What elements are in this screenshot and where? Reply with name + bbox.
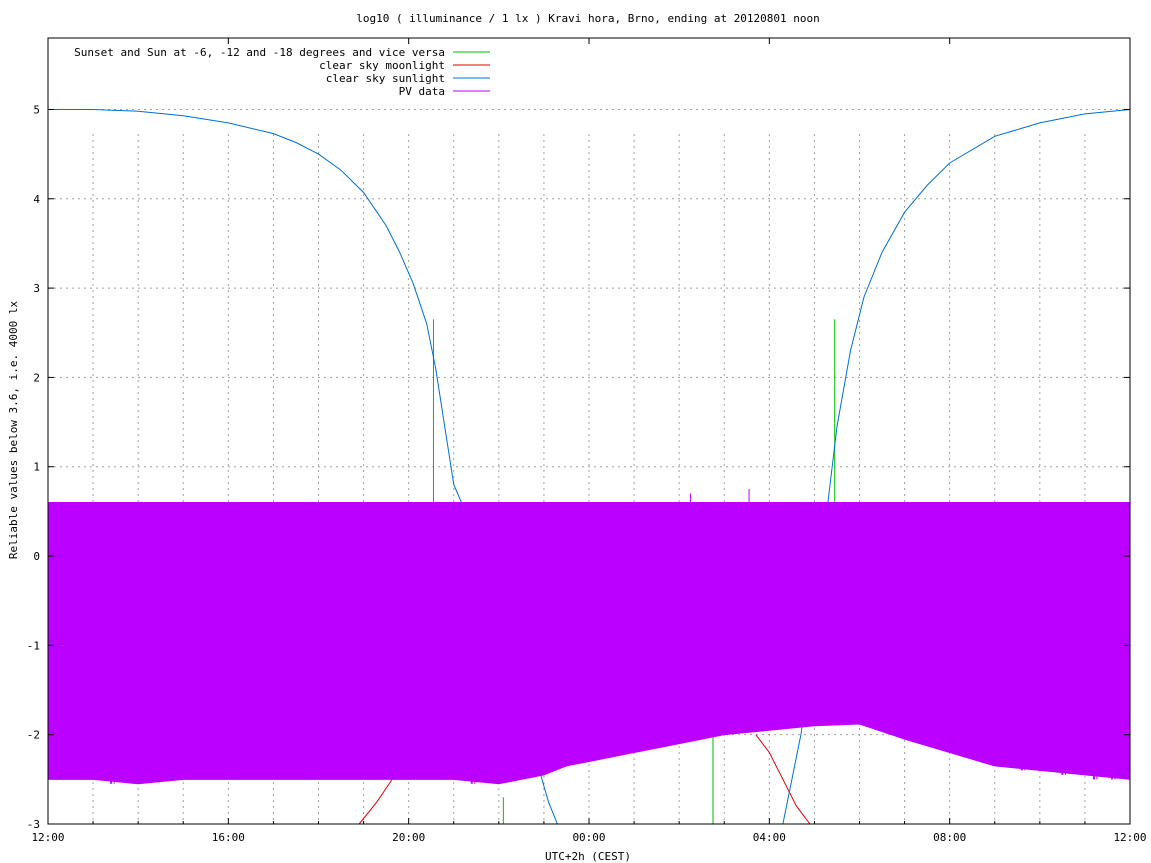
- y-tick-label: 3: [33, 282, 40, 295]
- x-tick-label: 08:00: [933, 831, 966, 844]
- x-tick-label: 16:00: [212, 831, 245, 844]
- y-tick-label: 2: [33, 371, 40, 384]
- legend-label: clear sky sunlight: [326, 72, 445, 85]
- series-line: [48, 109, 462, 503]
- x-tick-label: 04:00: [753, 831, 786, 844]
- y-tick-label: 4: [33, 193, 40, 206]
- legend-label: Sunset and Sun at -6, -12 and -18 degree…: [74, 46, 445, 59]
- x-axis-label: UTC+2h (CEST): [545, 850, 631, 863]
- x-tick-label: 12:00: [31, 831, 64, 844]
- chart-canvas: log10 ( illuminance / 1 lx ) Kravi hora,…: [7, 12, 1147, 863]
- x-tick-label: 20:00: [392, 831, 425, 844]
- y-axis-label: Reliable values below 3.6, i.e. 4000 lx: [7, 300, 20, 559]
- x-tick-label: 00:00: [572, 831, 605, 844]
- legend: Sunset and Sun at -6, -12 and -18 degree…: [74, 46, 490, 98]
- legend-label: PV data: [399, 85, 445, 98]
- series-line: [755, 734, 811, 825]
- y-tick-label: -3: [27, 818, 40, 831]
- y-tick-label: -1: [27, 639, 40, 652]
- y-tick-label: 1: [33, 461, 40, 474]
- pv-data-band: [47, 501, 1131, 785]
- y-tick-label: -2: [27, 729, 40, 742]
- chart-title: log10 ( illuminance / 1 lx ) Kravi hora,…: [356, 12, 820, 25]
- legend-label: clear sky moonlight: [319, 59, 445, 72]
- y-tick-label: 0: [33, 550, 40, 563]
- y-tick-label: 5: [33, 103, 40, 116]
- x-tick-label: 12:00: [1113, 831, 1146, 844]
